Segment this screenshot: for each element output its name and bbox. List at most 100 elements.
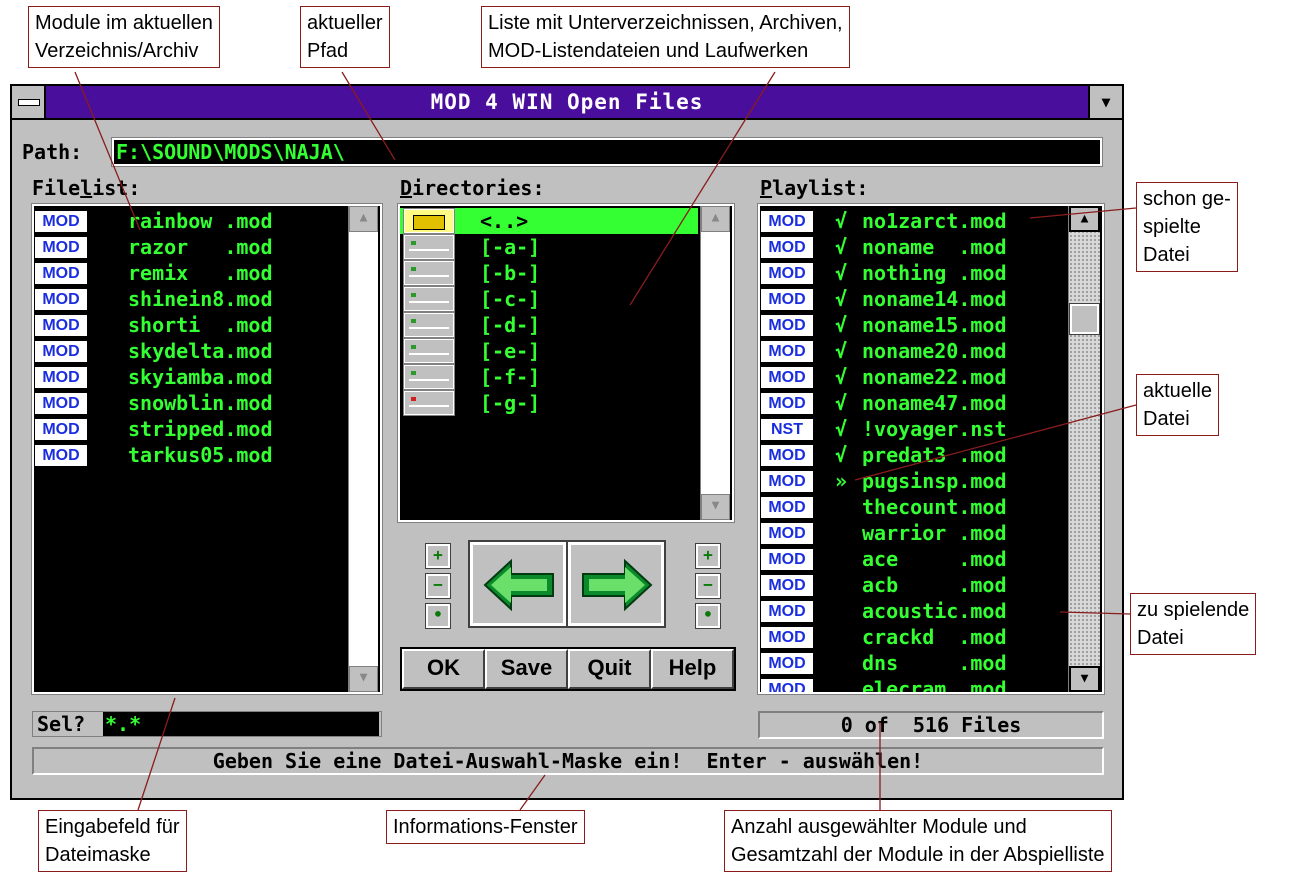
callout-current-path: aktueller Pfad xyxy=(300,6,390,68)
module-type-badge: MOD xyxy=(760,209,814,233)
playlist[interactable]: MOD √ no1zarct.mod MOD √ noname .mod MOD √ nothi… xyxy=(757,203,1105,695)
directories-label: Directories: xyxy=(400,176,545,200)
playlist-item[interactable]: MOD acoustic.mod xyxy=(760,598,1007,624)
ok-button[interactable]: OK xyxy=(402,649,485,689)
list-item[interactable]: MOD shorti .mod xyxy=(34,312,273,338)
playlist-item[interactable]: MOD » pugsinsp.mod xyxy=(760,468,1007,494)
quit-button[interactable]: Quit xyxy=(568,649,651,689)
system-menu-button[interactable] xyxy=(12,86,46,118)
playlist-item[interactable]: MOD √ noname47.mod xyxy=(760,390,1007,416)
scroll-thumb[interactable] xyxy=(1069,303,1100,335)
playlist-item[interactable]: MOD ace .mod xyxy=(760,546,1007,572)
directory-item[interactable]: [-d-] xyxy=(400,312,698,338)
select-playlist-button[interactable]: • xyxy=(695,603,721,629)
select-file-button[interactable]: • xyxy=(425,603,451,629)
parent-folder-icon xyxy=(403,208,455,234)
playlist-item[interactable]: MOD √ noname22.mod xyxy=(760,364,1007,390)
remove-playlist-button[interactable]: − xyxy=(695,573,721,599)
playlist-scrollbar[interactable]: ▲ ▼ xyxy=(1068,206,1100,692)
playlist-item[interactable]: MOD acb .mod xyxy=(760,572,1007,598)
playlist-item[interactable]: MOD warrior .mod xyxy=(760,520,1007,546)
callout-file-count: Anzahl ausgewählter Module und Gesamtzah… xyxy=(724,810,1112,872)
playlist-item[interactable]: MOD elecram .mod xyxy=(760,676,1007,692)
mask-input[interactable]: *.* xyxy=(103,712,379,736)
file-name: predat3 .mod xyxy=(862,443,1007,467)
scroll-down-icon[interactable]: ▼ xyxy=(1069,666,1100,692)
directory-item[interactable]: [-g-] xyxy=(400,390,698,416)
file-name: razor .mod xyxy=(128,235,273,259)
playlist-item[interactable]: MOD dns .mod xyxy=(760,650,1007,676)
scroll-down-icon[interactable]: ▼ xyxy=(701,494,730,520)
list-item[interactable]: MOD stripped.mod xyxy=(34,416,273,442)
list-item[interactable]: MOD remix .mod xyxy=(34,260,273,286)
play-status-mark: √ xyxy=(834,287,848,311)
scroll-up-icon[interactable]: ▲ xyxy=(701,206,730,232)
directory-item[interactable]: [-a-] xyxy=(400,234,698,260)
module-type-badge: MOD xyxy=(760,521,814,545)
callout-info-window: Informations-Fenster xyxy=(386,810,585,844)
help-button[interactable]: Help xyxy=(651,649,734,689)
playlist-item[interactable]: MOD √ noname15.mod xyxy=(760,312,1007,338)
list-item[interactable]: MOD tarkus05.mod xyxy=(34,442,273,468)
playlist-item[interactable]: MOD √ predat3 .mod xyxy=(760,442,1007,468)
info-window: Geben Sie eine Datei-Auswahl-Maske ein! … xyxy=(32,747,1104,775)
path-field[interactable]: F:\SOUND\MODS\NAJA\ xyxy=(111,137,1103,167)
directory-name: [-f-] xyxy=(480,365,541,389)
file-mask-field: Sel? *.* xyxy=(32,711,382,737)
file-name: dns .mod xyxy=(862,651,1007,675)
file-name: shinein8.mod xyxy=(128,287,273,311)
file-name: skyiamba.mod xyxy=(128,365,273,389)
callout-directory-list: Liste mit Unterverzeichnissen, Archiven,… xyxy=(481,6,850,68)
module-type-badge: MOD xyxy=(760,625,814,649)
module-type-badge: MOD xyxy=(760,313,814,337)
move-left-button[interactable] xyxy=(468,540,568,628)
scroll-up-icon[interactable]: ▲ xyxy=(349,206,378,232)
module-type-badge: MOD xyxy=(760,547,814,571)
directory-item[interactable]: [-f-] xyxy=(400,364,698,390)
playlist-item[interactable]: MOD thecount.mod xyxy=(760,494,1007,520)
play-status-mark: √ xyxy=(834,313,848,337)
add-file-button[interactable]: + xyxy=(425,543,451,569)
file-list[interactable]: MOD rainbow .mod MOD razor .mod MOD remix .mo… xyxy=(31,203,383,695)
directory-item[interactable]: [-e-] xyxy=(400,338,698,364)
list-item[interactable]: MOD snowblin.mod xyxy=(34,390,273,416)
playlist-item[interactable]: MOD √ noname .mod xyxy=(760,234,1007,260)
playlist-item[interactable]: MOD crackd .mod xyxy=(760,624,1007,650)
add-playlist-button[interactable]: + xyxy=(695,543,721,569)
playlist-item[interactable]: MOD √ noname20.mod xyxy=(760,338,1007,364)
save-button[interactable]: Save xyxy=(485,649,568,689)
list-item[interactable]: MOD razor .mod xyxy=(34,234,273,260)
file-name: skydelta.mod xyxy=(128,339,273,363)
chevron-down-icon[interactable]: ▼ xyxy=(1088,86,1122,118)
remove-file-button[interactable]: − xyxy=(425,573,451,599)
playlist-item[interactable]: NST √ !voyager.nst xyxy=(760,416,1007,442)
playlist-item[interactable]: MOD √ nothing .mod xyxy=(760,260,1007,286)
module-type-badge: MOD xyxy=(760,391,814,415)
callout-played-file: schon ge- spielte Datei xyxy=(1136,182,1238,272)
title-bar[interactable]: MOD 4 WIN Open Files ▼ xyxy=(12,86,1122,120)
scroll-down-icon[interactable]: ▼ xyxy=(349,666,378,692)
list-item[interactable]: MOD rainbow .mod xyxy=(34,208,273,234)
file-list-scrollbar[interactable]: ▲ ▼ xyxy=(348,206,378,692)
module-type-badge: MOD xyxy=(760,339,814,363)
list-item[interactable]: MOD shinein8.mod xyxy=(34,286,273,312)
list-item[interactable]: MOD skydelta.mod xyxy=(34,338,273,364)
file-name: warrior .mod xyxy=(862,521,1007,545)
playlist-item[interactable]: MOD √ noname14.mod xyxy=(760,286,1007,312)
scroll-up-icon[interactable]: ▲ xyxy=(1069,206,1100,232)
play-status-mark: √ xyxy=(834,235,848,259)
directory-list[interactable]: <..> [-a-] [-b-] [-c-] [-d-] [-e-] [-f-] [-g-] … xyxy=(397,203,735,523)
file-name: noname15.mod xyxy=(862,313,1007,337)
directory-list-scrollbar[interactable]: ▲ ▼ xyxy=(700,206,730,520)
play-status-mark: » xyxy=(834,469,848,493)
directory-item[interactable]: <..> xyxy=(400,208,698,234)
list-item[interactable]: MOD skyiamba.mod xyxy=(34,364,273,390)
play-status-mark: √ xyxy=(834,365,848,389)
move-right-button[interactable] xyxy=(566,540,666,628)
directory-name: [-a-] xyxy=(480,235,541,259)
module-type-badge: MOD xyxy=(760,469,814,493)
directory-item[interactable]: [-b-] xyxy=(400,260,698,286)
file-name: shorti .mod xyxy=(128,313,273,337)
playlist-item[interactable]: MOD √ no1zarct.mod xyxy=(760,208,1007,234)
directory-item[interactable]: [-c-] xyxy=(400,286,698,312)
